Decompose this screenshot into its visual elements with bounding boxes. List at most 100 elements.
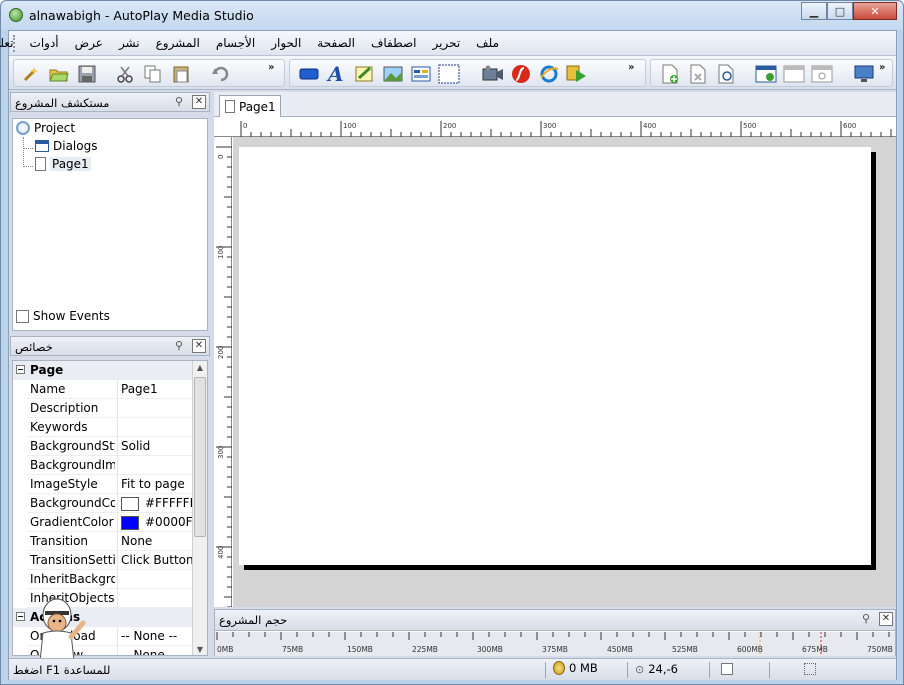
project-size-title: حجم المشروع [219,613,288,627]
paste-icon[interactable] [170,64,192,84]
toolbar-overflow-icon[interactable]: » [628,62,634,73]
color-swatch[interactable] [121,515,139,530]
property-value[interactable]: Solid [117,437,195,456]
property-value[interactable]: None [117,532,195,551]
wand-icon[interactable] [20,64,42,84]
web-object-icon[interactable] [538,64,560,84]
property-key: Name [30,382,66,396]
collapse-icon[interactable]: − [16,365,25,374]
ruler-label: 100 [217,246,225,259]
menu-item[interactable]: الصفحة [309,31,363,56]
menu-item[interactable]: الأجسام [208,31,263,56]
property-row[interactable]: InheritBackground [27,570,195,589]
property-value[interactable]: Click Button [117,551,195,570]
property-value[interactable] [117,589,195,608]
toolbar-overflow-icon[interactable]: » [879,62,885,73]
page-canvas-area[interactable] [233,137,896,607]
properties-header: خصائص ⚲ ✕ [10,336,210,356]
page-canvas[interactable] [239,147,871,565]
flash-object-icon[interactable] [510,64,532,84]
text-object-icon[interactable]: A [326,63,348,85]
cursor-position-icon: ⊙ [635,662,645,676]
cut-icon[interactable] [114,64,136,84]
menu-item[interactable]: أدوات [22,31,67,56]
property-row[interactable]: BackgroundImage [27,456,195,475]
pin-icon[interactable]: ⚲ [858,612,874,627]
menu-item[interactable]: المشروع [148,31,208,56]
plugin-object-icon[interactable] [566,64,588,84]
status-coords: ⊙ 24,-6 [635,662,678,676]
input-object-icon[interactable] [438,64,460,84]
property-row[interactable]: TransitionSettingsClick Button [27,551,195,570]
menu-item[interactable]: نشر [111,31,148,56]
property-value[interactable] [117,570,195,589]
button-object-icon[interactable] [298,64,320,84]
preview-icon[interactable] [853,64,875,84]
property-row[interactable]: GradientColor #0000FF [27,513,195,532]
snap-grid-icon[interactable] [804,663,816,675]
new-dialog-icon[interactable] [755,64,777,84]
property-value[interactable]: #0000FF [117,513,195,532]
toolbar: » A » » [9,56,896,90]
collapse-icon[interactable]: − [16,612,25,621]
title-bar[interactable]: alnawabigh - AutoPlay Media Studio ▁ □ ✕ [1,1,903,30]
property-row[interactable]: Keywords [27,418,195,437]
open-folder-icon[interactable] [48,64,70,84]
property-value[interactable] [117,399,195,418]
paragraph-object-icon[interactable] [354,64,376,84]
property-row[interactable]: Name Page1 [27,380,195,399]
property-value[interactable]: #FFFFFF [117,494,195,513]
tree-item-page1[interactable]: Page1 [35,157,91,171]
copy-icon[interactable] [142,64,164,84]
toolbar-overflow-icon[interactable]: » [268,62,274,73]
property-row[interactable]: BackgroundStyleSolid [27,437,195,456]
dialog-properties-icon[interactable] [811,64,833,84]
properties-scrollbar[interactable]: ▲ ▼ [192,361,207,655]
pin-icon[interactable]: ⚲ [171,95,187,110]
property-row[interactable]: Transition None [27,532,195,551]
close-icon[interactable]: ✕ [192,95,206,109]
status-size-value: 0 MB [569,661,598,675]
video-object-icon[interactable] [482,64,504,84]
property-row[interactable]: BackgroundColor #FFFFFF [27,494,195,513]
action-value[interactable]: -- None -- [117,646,195,655]
page-icon [225,100,235,113]
close-icon[interactable]: ✕ [192,339,206,353]
menu-item[interactable]: تعليمات [0,31,22,56]
tree-item-dialogs[interactable]: Dialogs [35,139,97,153]
delete-dialog-icon[interactable] [783,64,805,84]
minimize-button[interactable]: ▁ [801,2,827,20]
property-row[interactable]: ImageStyle Fit to page [27,475,195,494]
property-value[interactable]: Page1 [117,380,195,399]
ruler-label: 500 [743,122,756,130]
maximize-button[interactable]: □ [827,2,853,20]
tree-item-project[interactable]: Project [16,121,75,135]
save-icon[interactable] [76,64,98,84]
image-object-icon[interactable] [382,64,404,84]
show-events-checkbox[interactable] [16,309,29,323]
property-row[interactable]: Description [27,399,195,418]
delete-page-icon[interactable] [687,64,709,84]
size-label: 525MB [672,645,698,654]
page-properties-icon[interactable] [715,64,737,84]
close-button[interactable]: ✕ [853,2,897,20]
menu-item[interactable]: تحرير [425,31,469,56]
undo-icon[interactable] [210,64,232,84]
property-value[interactable] [117,418,195,437]
listbox-object-icon[interactable] [410,64,432,84]
tab-page1[interactable]: Page1 [219,95,281,117]
property-value[interactable]: Fit to page [117,475,195,494]
menu-item[interactable]: اصطفاف [363,31,425,56]
action-value[interactable]: -- None -- [117,627,195,646]
property-category-page[interactable]: − Page [13,361,195,380]
show-events-toggle[interactable]: Show Events [16,309,110,323]
new-page-icon[interactable] [659,64,681,84]
color-swatch[interactable] [121,496,139,511]
menu-item[interactable]: عرض [67,31,111,56]
pin-icon[interactable]: ⚲ [171,339,187,354]
close-icon[interactable]: ✕ [879,612,893,626]
property-value[interactable] [117,456,195,475]
menu-item[interactable]: ملف [468,31,507,56]
size-label: 0MB [217,645,233,654]
menu-item[interactable]: الحوار [263,31,309,56]
